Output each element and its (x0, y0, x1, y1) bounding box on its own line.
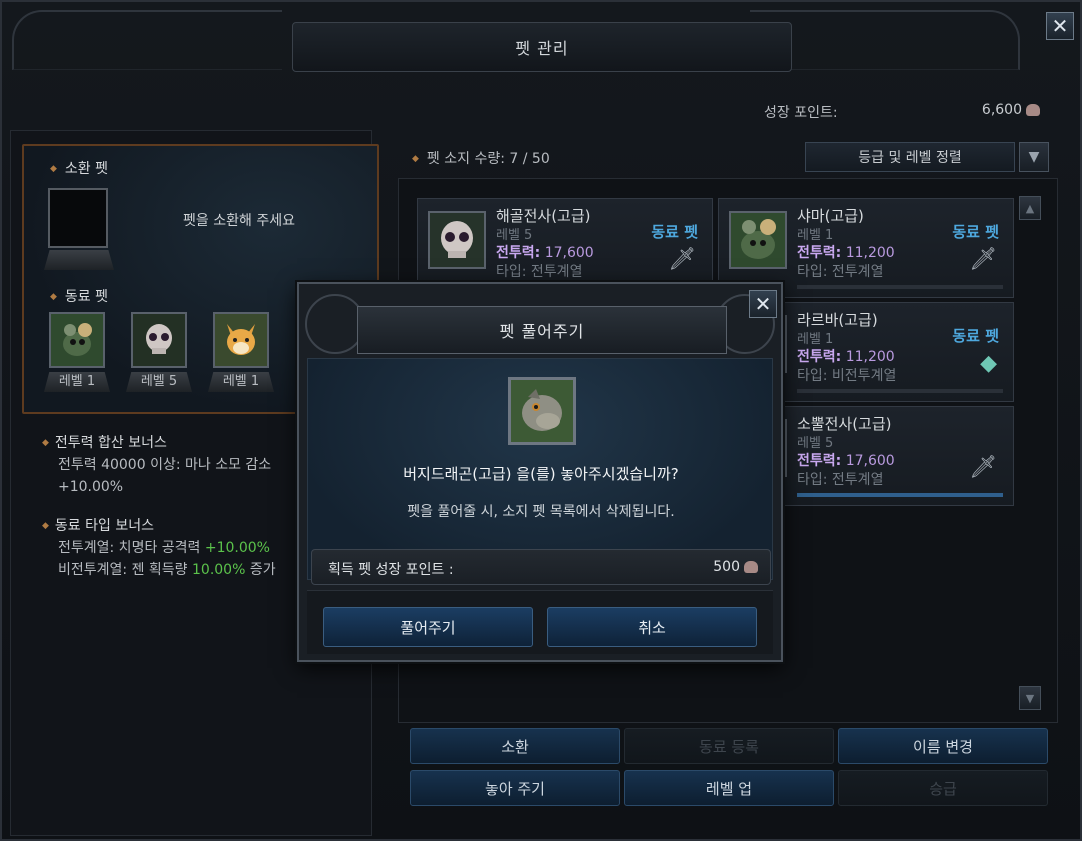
register-companion-button[interactable]: 동료 등록 (624, 728, 834, 764)
rename-button[interactable]: 이름 변경 (838, 728, 1048, 764)
title-ornament-left (12, 10, 282, 70)
pet-count: 펫 소지 수량: 7 / 50 (412, 148, 550, 168)
pet-level: 레벨 5 (797, 436, 834, 451)
growth-coin-icon (744, 561, 758, 573)
pet-name: 샤마(고급) (797, 207, 864, 225)
exp-bar (797, 493, 1003, 497)
pet-type: 타입: 전투계열 (496, 264, 583, 280)
chevron-down-icon[interactable]: ▼ (1019, 142, 1049, 172)
scroll-down-button[interactable]: ▼ (1019, 686, 1041, 710)
companion-tag: 동료 펫 (952, 223, 999, 241)
growth-points-label: 성장 포인트: (764, 105, 838, 121)
pet-level: 레벨 1 (797, 332, 834, 347)
release-pet-dialog: 펫 풀어주기 ✕ 버지드래곤(고급) 을(를) 놓아주시겠습니까? 펫을 풀어줄… (297, 282, 783, 662)
level-up-button[interactable]: 레벨 업 (624, 770, 834, 806)
pet-type: 타입: 전투계열 (797, 472, 884, 488)
growth-points-value: 6,600 (982, 102, 1040, 118)
release-warning: 펫을 풀어줄 시, 소지 펫 목록에서 삭제됩니다. (407, 504, 675, 520)
sword-icon: 🗡 (969, 455, 997, 480)
companion-pet-slot[interactable]: 레벨 1 (208, 312, 274, 392)
dragon-head-icon (508, 377, 576, 445)
type-bonus-title: 동료 타입 보너스 (42, 515, 276, 537)
gain-points-bar: 획득 펫 성장 포인트 : 500 (311, 549, 771, 585)
companion-tag: 동료 펫 (952, 327, 999, 345)
rat-creature-icon (49, 312, 105, 368)
companion-pet-slot[interactable]: 레벨 1 (44, 312, 110, 392)
gain-points-value: 500 (713, 559, 758, 575)
dialog-button-row: 풀어주기 취소 (307, 590, 773, 654)
release-question: 버지드래곤(고급) 을(를) 놓아주시겠습니까? (403, 465, 679, 483)
dialog-body: 버지드래곤(고급) 을(를) 놓아주시겠습니까? 펫을 풀어줄 시, 소지 펫 … (307, 358, 773, 580)
dialog-close-button[interactable]: ✕ (749, 290, 777, 318)
window-title: 펫 관리 (292, 22, 792, 72)
promote-button[interactable]: 승급 (838, 770, 1048, 806)
pet-power: 전투력: 11,200 (797, 349, 895, 365)
combat-bonus: 전투력 합산 보너스 전투력 40000 이상: 마나 소모 감소 +10.00… (42, 432, 271, 498)
summon-pet-heading: 소환 펫 (50, 158, 108, 178)
rat-creature-icon (729, 211, 787, 269)
skull-warrior-icon (131, 312, 187, 368)
companion-pet-level: 레벨 1 (208, 372, 274, 392)
pet-power: 전투력: 17,600 (496, 245, 594, 261)
pet-power: 전투력: 17,600 (797, 453, 895, 469)
pet-name: 라르바(고급) (797, 311, 878, 329)
pet-name: 소뿔전사(고급) (797, 415, 892, 433)
summon-pet-slot[interactable] (48, 188, 108, 248)
companion-pet-slot[interactable]: 레벨 5 (126, 312, 192, 392)
dialog-ornament-left (305, 294, 365, 354)
fox-cub-icon (213, 312, 269, 368)
gem-icon: ◆ (980, 351, 997, 376)
gain-points-label: 획득 펫 성장 포인트 : (328, 562, 454, 578)
companion-tag: 동료 펫 (651, 223, 698, 241)
cancel-button[interactable]: 취소 (547, 607, 757, 647)
release-button[interactable]: 놓아 주기 (410, 770, 620, 806)
combat-bonus-value: +10.00% (58, 479, 124, 495)
growth-points-bar: 성장 포인트: 6,600 (2, 98, 1052, 126)
combat-bonus-line: 전투력 40000 이상: 마나 소모 감소 (58, 457, 272, 473)
pet-level: 레벨 5 (496, 228, 533, 243)
combat-bonus-title: 전투력 합산 보너스 (42, 432, 271, 454)
type-bonus-line1: 전투계열: 치명타 공격력 +10.00% (58, 540, 270, 556)
summon-slot-base (44, 250, 114, 270)
type-bonus-line2: 비전투계열: 젠 획득량 10.00% 증가 (58, 562, 276, 578)
exp-bar (797, 285, 1003, 289)
sword-icon: 🗡 (668, 247, 696, 272)
growth-coin-icon (1026, 104, 1040, 116)
pet-power: 전투력: 11,200 (797, 245, 895, 261)
sort-dropdown[interactable]: 등급 및 레벨 정렬 (805, 142, 1015, 172)
scroll-up-button[interactable]: ▲ (1019, 196, 1041, 220)
summon-button[interactable]: 소환 (410, 728, 620, 764)
companion-pet-heading: 동료 펫 (50, 286, 108, 306)
pet-type: 타입: 비전투계열 (797, 368, 897, 384)
confirm-release-button[interactable]: 풀어주기 (323, 607, 533, 647)
pet-name: 해골전사(고급) (496, 207, 591, 225)
summon-empty-message: 펫을 소환해 주세요 (183, 213, 295, 229)
type-bonus: 동료 타입 보너스 전투계열: 치명타 공격력 +10.00% 비전투계열: 젠… (42, 515, 276, 581)
sword-icon: 🗡 (969, 247, 997, 272)
skull-warrior-icon (428, 211, 486, 269)
companion-pet-level: 레벨 1 (44, 372, 110, 392)
exp-bar (797, 389, 1003, 393)
dialog-title: 펫 풀어주기 (357, 306, 727, 354)
companion-pet-level: 레벨 5 (126, 372, 192, 392)
pet-level: 레벨 1 (797, 228, 834, 243)
window-close-button[interactable]: ✕ (1046, 12, 1074, 40)
pet-type: 타입: 전투계열 (797, 264, 884, 280)
